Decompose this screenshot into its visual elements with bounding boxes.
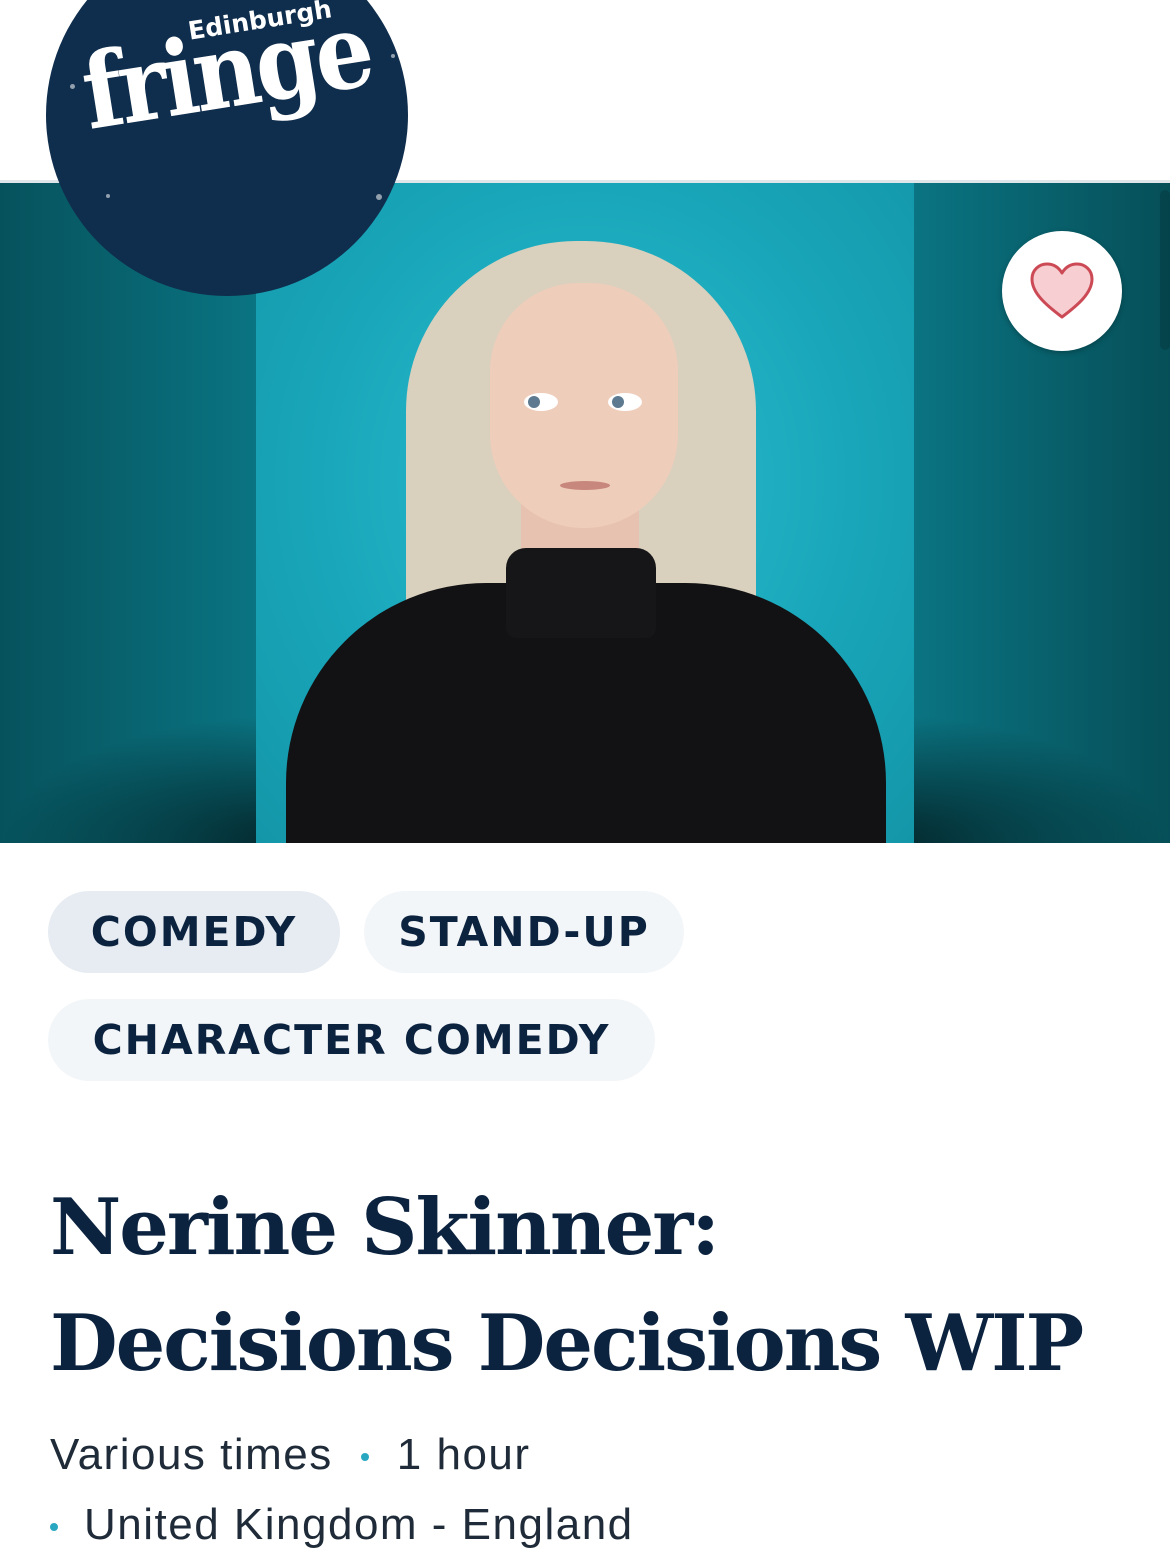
genre-tag-comedy[interactable]: COMEDY <box>48 891 340 973</box>
logo-texture <box>70 84 75 89</box>
photo-face <box>490 283 678 528</box>
separator-dot <box>360 1453 369 1462</box>
genre-tag-stand-up[interactable]: STAND-UP <box>364 891 684 973</box>
show-times: Various times <box>50 1430 333 1479</box>
photo-eye <box>524 393 558 411</box>
favourite-button[interactable] <box>1002 231 1122 351</box>
logo-texture <box>391 54 395 58</box>
show-title-line-1: Nerine Skinner: <box>50 1182 720 1273</box>
separator-dot <box>50 1523 58 1532</box>
hero-shadow <box>0 713 300 843</box>
logo-brand-text: fringe <box>74 0 379 154</box>
heart-icon <box>1030 262 1094 319</box>
show-title-line-2: Decisions Decisions WIP <box>50 1298 1084 1389</box>
hero-shadow <box>870 713 1170 843</box>
genre-tag-character-comedy[interactable]: CHARACTER COMEDY <box>48 999 655 1081</box>
show-country: United Kingdom - England <box>84 1500 634 1549</box>
show-meta-row: United Kingdom - England <box>50 1500 634 1550</box>
show-meta-row: Various times 1 hour <box>50 1430 531 1480</box>
logo-texture <box>106 194 110 198</box>
logo-texture <box>376 194 382 200</box>
photo-turtleneck <box>506 548 656 638</box>
performer-photo <box>256 183 914 843</box>
photo-mouth <box>560 481 610 490</box>
show-title: Nerine Skinner: Decisions Decisions WIP <box>50 1170 1140 1402</box>
scrollbar[interactable] <box>1160 190 1170 350</box>
show-duration: 1 hour <box>396 1430 531 1479</box>
photo-eye <box>608 393 642 411</box>
